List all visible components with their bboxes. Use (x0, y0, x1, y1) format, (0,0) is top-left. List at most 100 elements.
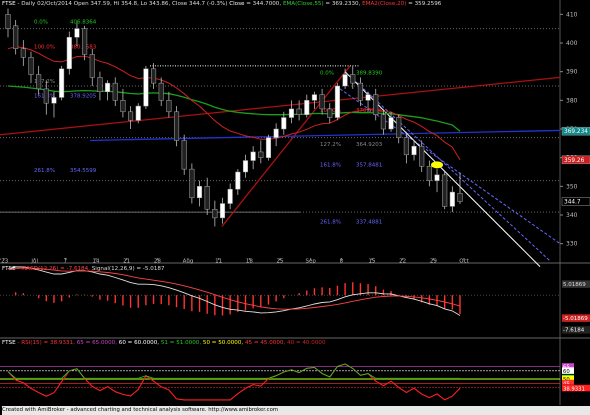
candle-body (166, 100, 172, 113)
macd-header: FTSE - MACD(12,26) = -7.6184, Signal(12,… (2, 266, 165, 272)
y-tick-label: 410 (566, 11, 578, 18)
header-bar: FTSE - Daily 02/Oct/2014 Open 347.59, Hi… (2, 1, 441, 7)
chart-window: 330340350360370380390400410'23Jul7142128… (0, 0, 590, 415)
candle-body (442, 174, 448, 207)
candle-body (36, 74, 42, 90)
candle-body (143, 68, 149, 107)
macd-line (7, 266, 461, 316)
rsi-level-65: 65 = 65.0000, (76, 340, 119, 346)
candle-body (135, 105, 141, 121)
macd-axis-label: -5.01869 (563, 316, 588, 322)
ema55-label: EMA(Close,55) (282, 1, 324, 7)
candle-body (82, 28, 88, 55)
candle-body (396, 117, 402, 138)
x-tick-label: 14 (93, 259, 100, 265)
ema20-label: EMA2(Close,20) (362, 1, 407, 7)
ema20-value: = 359.2596 (406, 1, 442, 7)
header-symbol: FTSE (2, 1, 16, 7)
fib-value: 354.5599 (70, 168, 97, 174)
candle-body (13, 25, 19, 49)
fib-label: 261.8% (34, 168, 55, 174)
y-tick-label: 350 (566, 183, 578, 190)
y-tick-label: 400 (566, 40, 578, 47)
candle-body (120, 100, 126, 113)
x-tick-label: 11 (215, 259, 222, 265)
candle-body (342, 74, 348, 87)
candle-body (212, 209, 218, 219)
candle-body (296, 108, 302, 115)
candle-body (51, 97, 57, 104)
rsi-level-label: 38.9331 (563, 386, 585, 392)
candle-body (357, 82, 363, 101)
candle-body (327, 108, 333, 118)
x-tick-label: Aug (183, 259, 194, 265)
macd-symbol: FTSE (2, 266, 16, 272)
macd-axis-label: 5.01869 (563, 282, 586, 288)
x-tick-label: 8 (340, 259, 344, 265)
candle-body (319, 94, 325, 110)
candle-body (235, 171, 241, 190)
candle-body (74, 28, 80, 38)
candle-body (250, 151, 256, 161)
y-tick-label: 330 (566, 241, 578, 248)
x-tick-label: 28 (154, 259, 161, 265)
x-tick-label: Sep (305, 259, 316, 265)
candle-body (388, 117, 394, 130)
close-label: Close (229, 1, 245, 7)
candle-body (66, 37, 72, 70)
price-label: 359.26 (564, 158, 585, 164)
close-value: = 344.7000, (244, 1, 283, 7)
candle-body (204, 186, 210, 210)
candle-body (457, 192, 463, 202)
candle-body (265, 137, 272, 158)
rsi-level-40: 40 = 40.0000 (287, 340, 326, 346)
candle-body (219, 203, 226, 219)
fib-label: 100.0% (34, 45, 55, 51)
macd-axis-label: -7.6184 (563, 328, 585, 334)
candle-body (5, 14, 11, 29)
rsi-level-45: 45 = 45.0000, (244, 340, 288, 346)
candle-body (380, 114, 386, 130)
candle-body (258, 151, 264, 158)
candle-body (173, 111, 180, 141)
price-label: 369.234 (564, 129, 588, 135)
candle-body (350, 74, 356, 84)
candle-body (112, 82, 118, 101)
candle-body (434, 174, 440, 181)
candle-body (196, 186, 203, 199)
candle-body (449, 191, 455, 207)
rsi-level-label: 60 (563, 369, 570, 375)
fib-label: 127.2% (320, 142, 341, 148)
fib-value: 378.9205 (70, 93, 97, 99)
x-tick-label: 7 (64, 259, 68, 265)
fib-value: 337.4881 (356, 220, 382, 226)
ema55-value: = 369.2330, (323, 1, 363, 7)
candle-body (411, 145, 417, 156)
candle-body (59, 68, 65, 98)
y-tick-label: 380 (566, 97, 578, 104)
rsi-header: FTSE - RSI(15) = 38.9331, 65 = 65.0000, … (2, 340, 326, 346)
candle-body (151, 68, 157, 84)
signal-value: = -5.0187 (134, 266, 165, 272)
rsi-level-51: 51 = 51.0000, (160, 340, 203, 346)
y-tick-label: 390 (566, 69, 578, 76)
candle-body (105, 82, 111, 92)
candle-body (227, 188, 233, 204)
candle-body (28, 57, 34, 75)
candle-body (281, 117, 287, 130)
candle-body (311, 94, 317, 101)
fib-label: 161.8% (320, 162, 341, 168)
candle-body (128, 111, 134, 121)
rsi-symbol: FTSE (2, 340, 16, 346)
candle-body (365, 94, 371, 101)
x-tick-label: 18 (246, 259, 253, 265)
candle-body (189, 168, 195, 199)
x-tick-label: 29 (430, 259, 437, 265)
candle-body (89, 54, 95, 78)
x-tick-label: 21 (123, 259, 130, 265)
candle-body (334, 85, 340, 118)
candle-body (273, 128, 279, 138)
fib-label: 0.0% (320, 71, 334, 77)
fib-label: 261.8% (320, 220, 341, 226)
x-tick-label: '23 (0, 259, 9, 265)
